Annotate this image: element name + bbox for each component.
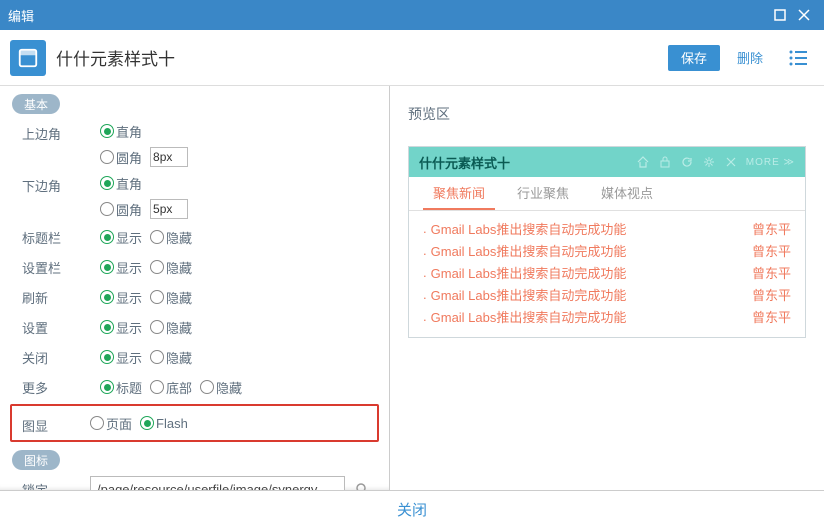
radio-close-show[interactable] (100, 350, 114, 364)
radio-settingbar-hide[interactable] (150, 260, 164, 274)
save-button[interactable]: 保存 (668, 45, 720, 71)
list-item[interactable]: .Gmail Labs推出搜索自动完成功能曾东平 (423, 261, 791, 283)
row-more: 更多 标题 底部 隐藏 (0, 372, 389, 402)
row-close: 关闭 显示 隐藏 (0, 342, 389, 372)
list-menu-icon[interactable] (782, 45, 814, 71)
radio-close-hide[interactable] (150, 350, 164, 364)
row-refresh: 刷新 显示 隐藏 (0, 282, 389, 312)
lock-icon[interactable] (656, 153, 674, 171)
window-titlebar: 编辑 (0, 0, 824, 30)
row-img-show: 图显 页面 Flash (10, 404, 379, 442)
radio-settingbar-show[interactable] (100, 260, 114, 274)
row-top-corner: 上边角 直角 圆角 (0, 118, 389, 170)
tab-focus-news[interactable]: 聚焦新闻 (423, 177, 495, 210)
delete-button[interactable]: 删除 (724, 45, 776, 71)
card-header: 什什元素样式十 MORE ≫ (409, 147, 805, 177)
list-item[interactable]: .Gmail Labs推出搜索自动完成功能曾东平 (423, 305, 791, 327)
preview-panel: 预览区 什什元素样式十 MORE ≫ 聚焦新闻 行业聚焦 媒体视点 (390, 86, 824, 490)
card-title: 什什元素样式十 (419, 153, 510, 172)
row-settingbar: 设置栏 显示 隐藏 (0, 252, 389, 282)
radio-top-round[interactable] (100, 150, 114, 164)
tab-media-view[interactable]: 媒体视点 (591, 177, 663, 210)
maximize-icon[interactable] (768, 3, 792, 27)
close-icon[interactable] (792, 3, 816, 27)
radio-bottom-round[interactable] (100, 202, 114, 216)
footer-bar: 关闭 (0, 490, 824, 528)
card-list: .Gmail Labs推出搜索自动完成功能曾东平 .Gmail Labs推出搜索… (409, 211, 805, 337)
form-panel: 基本 上边角 直角 圆角 下边角 (0, 86, 390, 490)
radio-more-title[interactable] (100, 380, 114, 394)
gear-icon[interactable] (700, 153, 718, 171)
radio-refresh-hide[interactable] (150, 290, 164, 304)
card-tabs: 聚焦新闻 行业聚焦 媒体视点 (409, 177, 805, 211)
footer-close-button[interactable]: 关闭 (397, 499, 427, 520)
preview-card: 什什元素样式十 MORE ≫ 聚焦新闻 行业聚焦 媒体视点 .Gmail Lab… (408, 146, 806, 338)
radio-bottom-square[interactable] (100, 176, 114, 190)
radio-more-hide[interactable] (200, 380, 214, 394)
list-item[interactable]: .Gmail Labs推出搜索自动完成功能曾东平 (423, 239, 791, 261)
group-icon[interactable]: 图标 (12, 450, 60, 470)
row-bottom-corner: 下边角 直角 圆角 (0, 170, 389, 222)
row-setting: 设置 显示 隐藏 (0, 312, 389, 342)
radio-top-square[interactable] (100, 124, 114, 138)
window-title: 编辑 (8, 6, 34, 25)
app-icon (10, 40, 46, 76)
radio-setting-show[interactable] (100, 320, 114, 334)
row-titlebar: 标题栏 显示 隐藏 (0, 222, 389, 252)
radio-refresh-show[interactable] (100, 290, 114, 304)
list-item[interactable]: .Gmail Labs推出搜索自动完成功能曾东平 (423, 217, 791, 239)
input-top-round-value[interactable] (150, 147, 188, 167)
radio-imgshow-page[interactable] (90, 416, 104, 430)
radio-more-bottom[interactable] (150, 380, 164, 394)
input-lock-path[interactable] (90, 476, 345, 490)
tab-industry-focus[interactable]: 行业聚焦 (507, 177, 579, 210)
home-icon[interactable] (634, 153, 652, 171)
input-bottom-round-value[interactable] (150, 199, 188, 219)
radio-imgshow-flash[interactable] (140, 416, 154, 430)
radio-titlebar-show[interactable] (100, 230, 114, 244)
search-icon[interactable] (349, 476, 375, 490)
row-lock: 锁定 (0, 474, 389, 490)
header-bar: 什什元素样式十 保存 删除 (0, 30, 824, 86)
close-card-icon[interactable] (722, 153, 740, 171)
label-top-corner: 上边角 (22, 118, 90, 143)
page-title: 什什元素样式十 (56, 45, 175, 70)
more-link[interactable]: MORE ≫ (746, 157, 795, 168)
group-basic[interactable]: 基本 (12, 94, 60, 114)
preview-section-title: 预览区 (408, 104, 806, 124)
label-bottom-corner: 下边角 (22, 170, 90, 195)
radio-titlebar-hide[interactable] (150, 230, 164, 244)
refresh-icon[interactable] (678, 153, 696, 171)
list-item[interactable]: .Gmail Labs推出搜索自动完成功能曾东平 (423, 283, 791, 305)
radio-setting-hide[interactable] (150, 320, 164, 334)
